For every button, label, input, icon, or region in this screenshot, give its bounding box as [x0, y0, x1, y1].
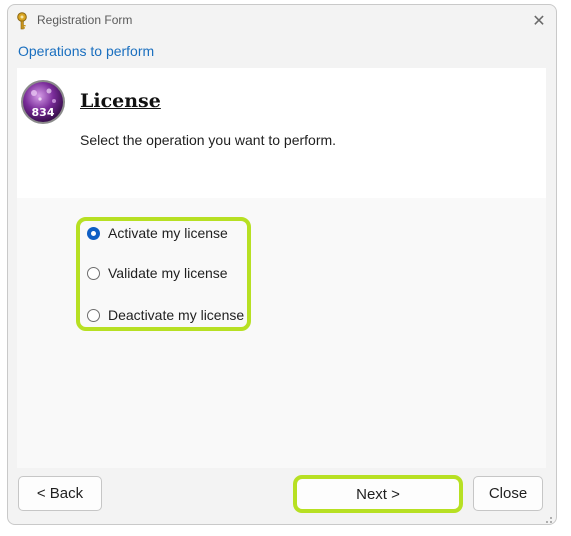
close-icon[interactable]: ✕ — [526, 8, 552, 34]
radio-label: Validate my license — [108, 265, 228, 281]
radio-button[interactable] — [87, 226, 100, 240]
radio-label: Activate my license — [108, 225, 228, 241]
svg-text:834: 834 — [32, 106, 55, 119]
radio-button[interactable] — [87, 266, 100, 280]
close-button[interactable]: Close — [473, 476, 543, 511]
section-label: Operations to perform — [18, 43, 155, 59]
radio-label: Deactivate my license — [108, 307, 245, 323]
resize-grip-icon[interactable] — [543, 511, 553, 523]
page-title: License — [80, 90, 161, 112]
radio-deactivate[interactable]: Deactivate my license — [87, 307, 244, 323]
radio-activate[interactable]: Activate my license — [87, 225, 228, 241]
registration-window: Registration Form ✕ Operations to perfor… — [7, 4, 557, 525]
content-panel: 834 License Select the operation you wan… — [17, 68, 546, 468]
radio-button[interactable] — [87, 308, 100, 322]
title-bar: Registration Form ✕ — [8, 5, 556, 37]
page-subtitle: Select the operation you want to perform… — [80, 132, 337, 148]
window-title: Registration Form — [37, 13, 133, 27]
app-logo-icon: 834 — [20, 79, 66, 125]
back-button[interactable]: < Back — [18, 476, 102, 511]
radio-validate[interactable]: Validate my license — [87, 265, 228, 281]
next-button[interactable]: Next > — [293, 475, 463, 513]
key-icon — [16, 12, 32, 30]
